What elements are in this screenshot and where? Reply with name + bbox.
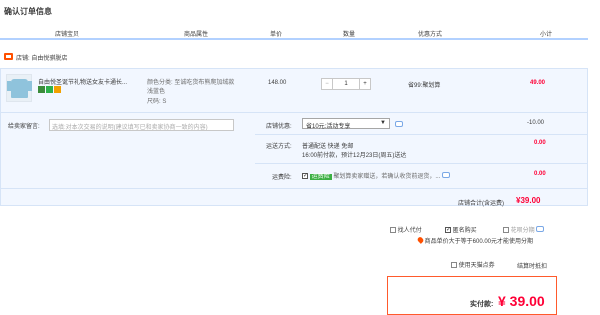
payment-amount: ¥ 39.00 xyxy=(498,293,545,309)
insurance-label: 运费险: xyxy=(272,175,292,181)
unit-price: 148.00 xyxy=(268,80,287,86)
header-attributes: 商品属性 xyxy=(184,32,209,38)
insurance-tag: 运费险 xyxy=(309,174,332,180)
insurance-row: 运费险 聚划算卖家赠送，若确认收货前退货，... xyxy=(302,171,451,180)
tmall-points-checkbox[interactable] xyxy=(451,262,457,269)
service-badges xyxy=(38,86,62,95)
item-subtotal: 49.00 xyxy=(530,80,546,86)
seller-message-input[interactable]: 选填:对本次交易的说明(建议填写已和卖家协商一致的内容) xyxy=(49,119,234,131)
anonymous-label: 匿名购买 xyxy=(452,228,477,234)
shop-coupon-label: 店铺优惠: xyxy=(266,124,292,130)
chevron-down-icon: ▼ xyxy=(380,120,386,126)
header-shop-item: 店铺宝贝 xyxy=(55,32,80,38)
quantity-plus-button[interactable]: + xyxy=(359,79,370,89)
shipping-method: 普通配送 快递 免邮 xyxy=(302,144,354,150)
tmall-points-label: 使用天猫点券 xyxy=(458,263,495,269)
insurance-desc: 聚划算卖家赠送，若确认收货前退货，... xyxy=(333,174,441,180)
product-title-link[interactable]: 自由悦圣诞节礼物送女友卡通长... xyxy=(38,77,138,86)
installment-checkbox[interactable] xyxy=(503,227,509,234)
credit-card-icon xyxy=(54,86,61,93)
product-color-attr-2: 浅蓝色 xyxy=(147,89,166,95)
payment-summary-box: 实付款: ¥ 39.00 xyxy=(387,276,557,315)
shop-total-amount: ¥39.00 xyxy=(516,196,541,205)
shop-total-label: 店铺合计(含运费) xyxy=(458,201,504,207)
anonymous-checkbox[interactable] xyxy=(445,227,451,234)
shop-coupon-select[interactable]: 省10元:活动专享 ▼ xyxy=(302,118,390,130)
product-thumbnail[interactable] xyxy=(6,74,32,102)
quantity-stepper[interactable]: 1 − + xyxy=(321,78,371,90)
divider xyxy=(1,112,587,113)
divider xyxy=(255,134,588,135)
tmall-points-option[interactable]: 使用天猫点券 xyxy=(451,260,495,269)
anonymous-option[interactable]: 匿名购买 xyxy=(445,225,477,234)
info-chat-icon[interactable] xyxy=(395,121,403,127)
product-size-attr: 尺码: S xyxy=(147,99,167,105)
insurance-amount: 0.00 xyxy=(534,171,546,177)
order-item-block xyxy=(0,68,588,206)
header-subtotal: 小计 xyxy=(540,32,553,38)
insurance-checkbox[interactable] xyxy=(302,173,308,180)
info-chat-icon[interactable] xyxy=(536,226,545,232)
settle-deduct-label: 结算时抵扣 xyxy=(517,264,548,270)
shop-coupon-value: 省10元:活动专享 xyxy=(306,124,351,130)
divider xyxy=(255,163,588,164)
shipping-label: 运送方式: xyxy=(266,144,292,150)
shop-icon xyxy=(4,53,13,60)
divider xyxy=(0,188,588,189)
installment-label: 花呗分期 xyxy=(510,228,535,234)
product-color-attr: 颜色分类: 至诚吃货布熊爬加绒款 xyxy=(147,80,235,86)
info-chat-icon[interactable] xyxy=(442,172,451,178)
discount-text: 省99:聚划算 xyxy=(408,83,441,89)
page-title: 确认订单信息 xyxy=(4,7,52,16)
shop-coupon-amount: -10.00 xyxy=(527,120,545,126)
shop-name-link[interactable]: 店铺: 自由悦骐脱店 xyxy=(16,53,67,62)
header-price: 单价 xyxy=(270,32,283,38)
message-label: 给卖家留言: xyxy=(8,124,40,130)
header-discount: 优惠方式 xyxy=(418,32,443,38)
proxy-pay-label: 找人代付 xyxy=(397,228,422,234)
seven-day-return-icon xyxy=(38,86,45,93)
shop-row: 店铺: 自由悦骐脱店 xyxy=(2,50,588,64)
header-quantity: 数量 xyxy=(343,32,356,38)
proxy-pay-checkbox[interactable] xyxy=(390,227,396,234)
shipping-amount: 0.00 xyxy=(534,140,546,146)
installment-note: 商品单价大于等于600.00元才能使用分期 xyxy=(424,239,534,245)
quantity-minus-button[interactable]: − xyxy=(322,79,333,89)
shipping-eta: 16:00前付款，预计12月23日(周五)送达 xyxy=(302,153,407,159)
order-table-header: 店铺宝贝 商品属性 单价 数量 优惠方式 小计 xyxy=(0,26,588,40)
installment-option[interactable]: 花呗分期 xyxy=(503,225,545,234)
guarantee-icon xyxy=(46,86,53,93)
proxy-pay-option[interactable]: 找人代付 xyxy=(390,225,422,234)
payment-label: 实付款: xyxy=(470,301,494,308)
location-pin-icon xyxy=(416,236,425,244)
installment-note-row: 商品单价大于等于600.00元才能使用分期 xyxy=(416,236,534,245)
